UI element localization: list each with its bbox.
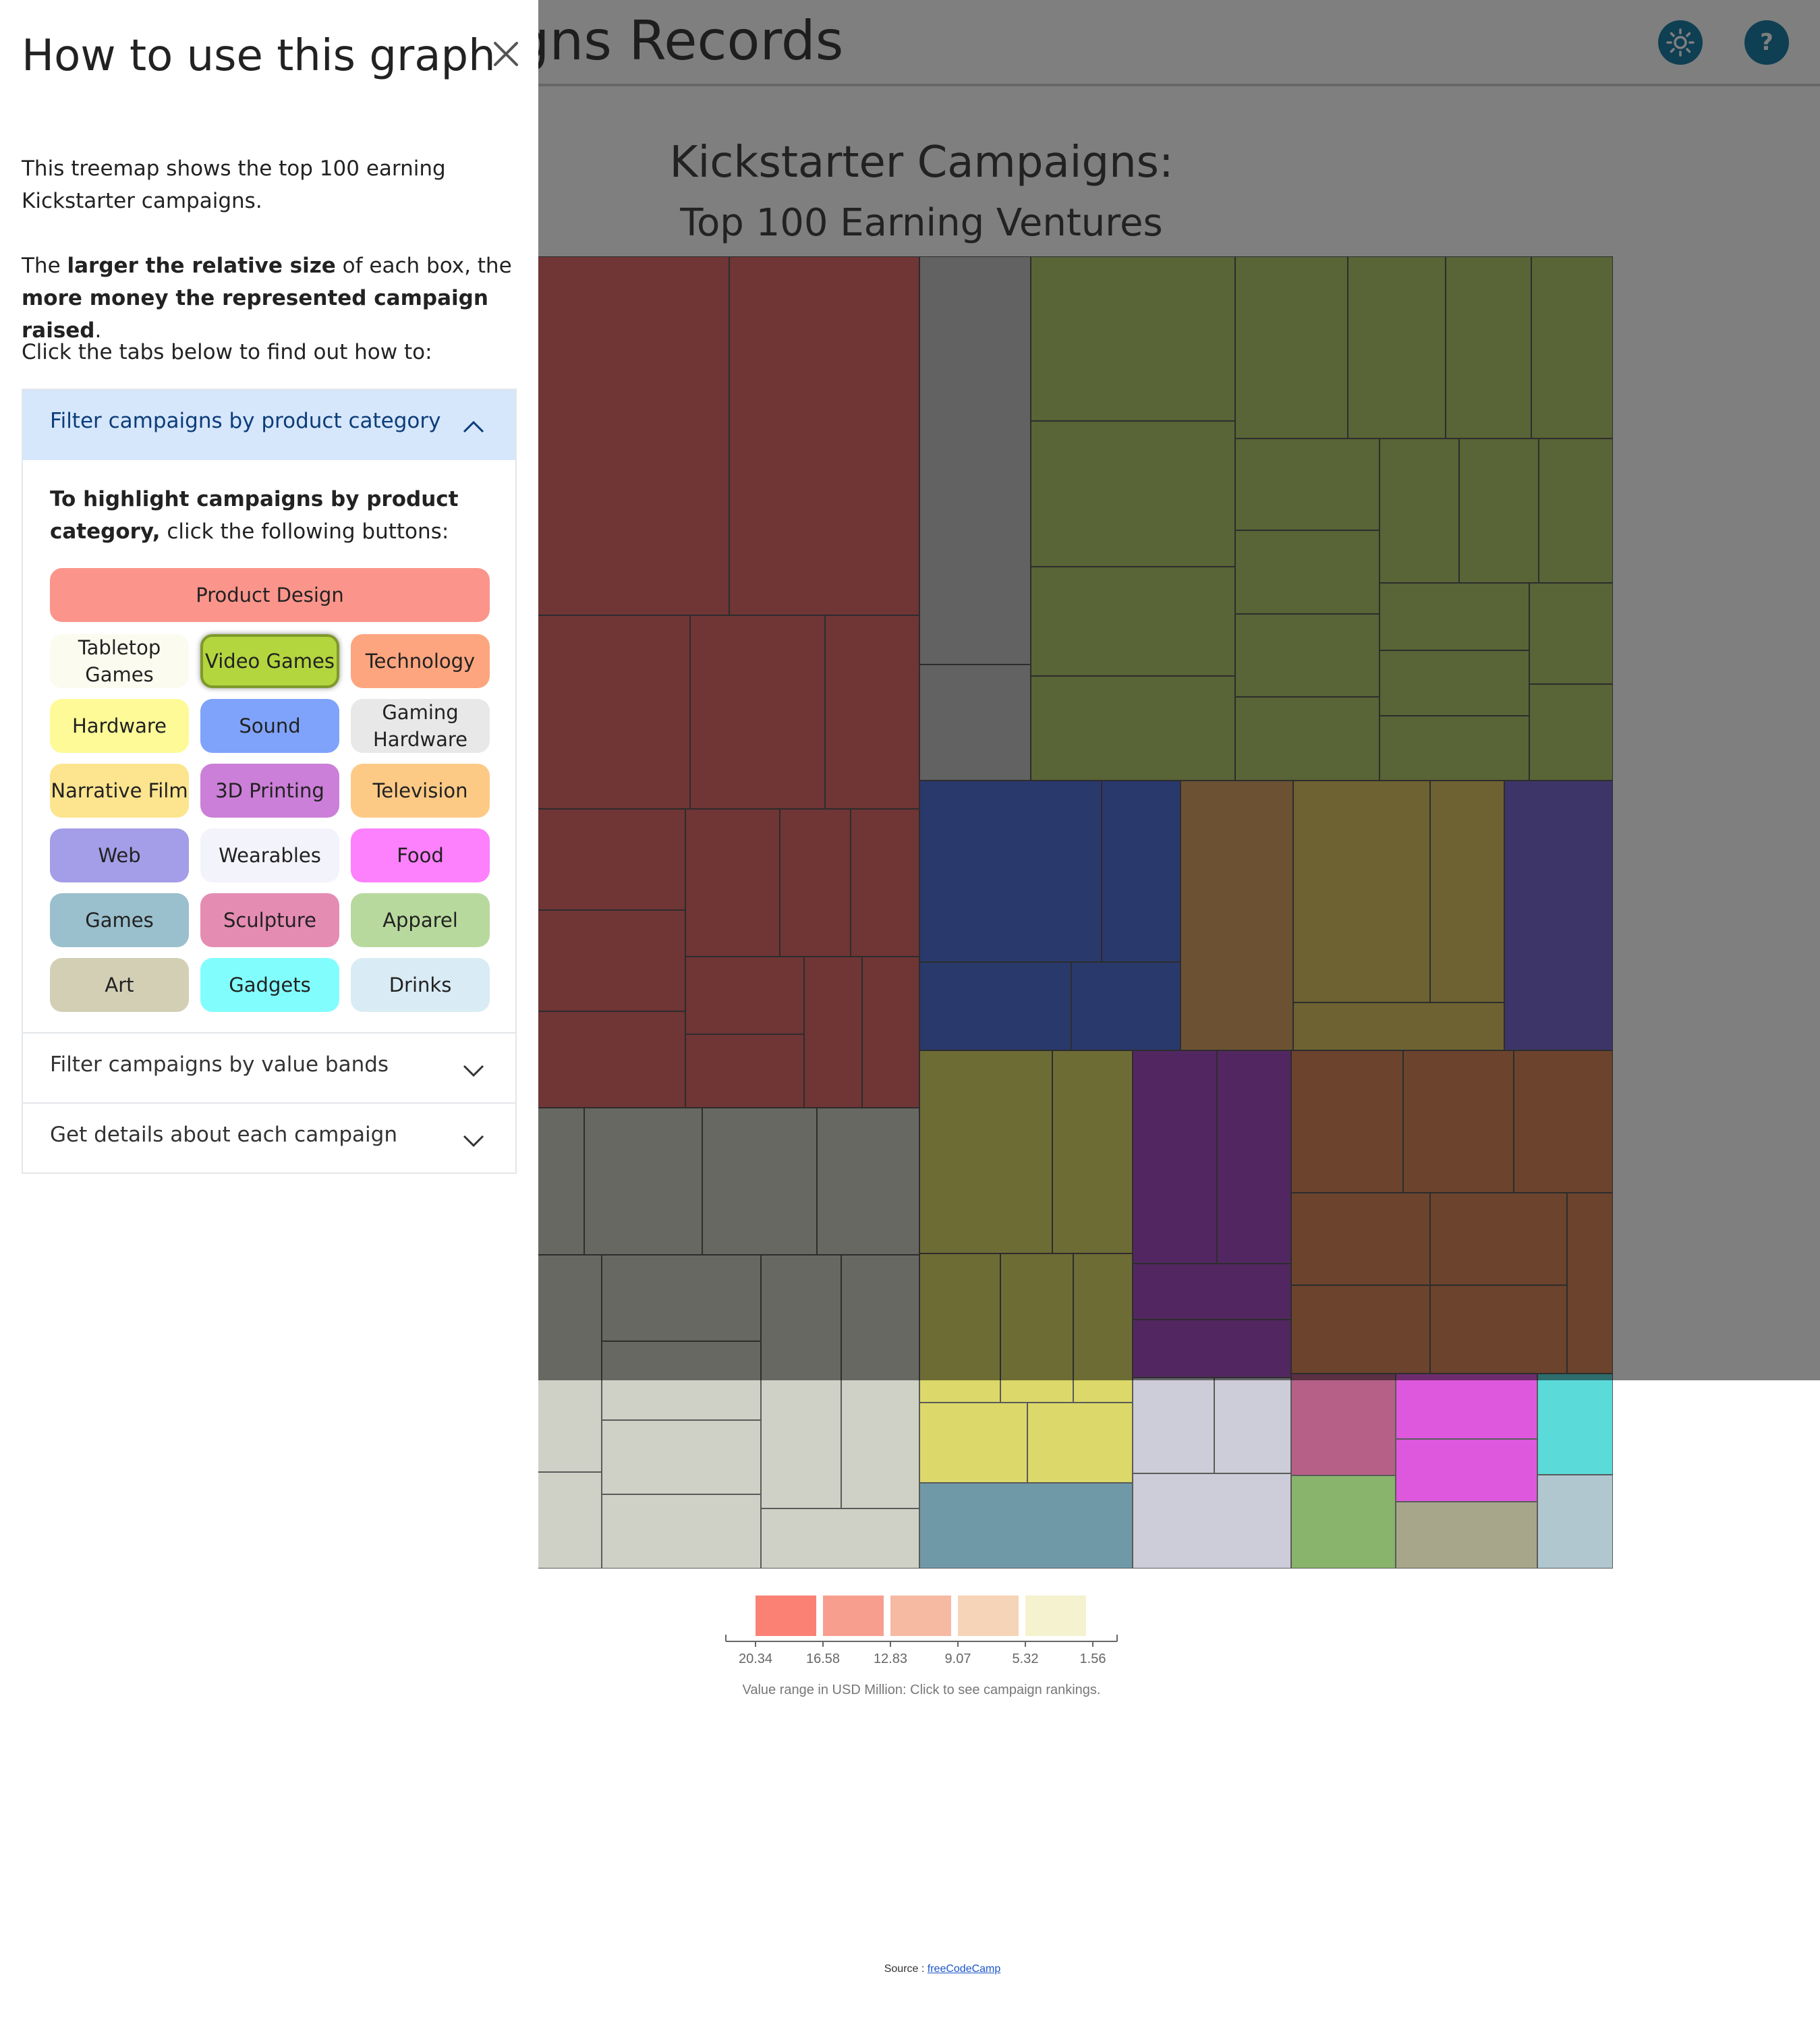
accordion-label: Filter campaigns by product category	[50, 409, 441, 433]
accordion-header-value-bands[interactable]: Filter campaigns by value bands	[22, 1032, 517, 1104]
source-link[interactable]: freeCodeCamp	[928, 1963, 1001, 1975]
legend-tick-marks	[755, 1641, 1093, 1647]
category-button-product-design[interactable]: Product Design	[50, 568, 490, 622]
value-legend[interactable]: 20.34 16.58 12.83 9.07 5.32 1.56	[715, 1582, 1133, 1676]
close-icon[interactable]	[487, 35, 525, 73]
treemap-tile[interactable]	[1537, 1373, 1613, 1475]
category-button-video-games[interactable]: Video Games	[200, 634, 339, 688]
treemap-tile[interactable]	[760, 1508, 920, 1569]
legend-tick-label: 1.56	[1080, 1652, 1106, 1666]
panel-title: How to use this graph	[22, 31, 496, 81]
category-button-narrative-film[interactable]: Narrative Film	[50, 764, 189, 818]
treemap-tile[interactable]	[1395, 1501, 1538, 1569]
legend-swatch[interactable]	[823, 1596, 884, 1636]
category-button-drinks[interactable]: Drinks	[351, 958, 490, 1012]
accordion-header-category-filter[interactable]: Filter campaigns by product category	[23, 390, 515, 460]
accordion-label: Filter campaigns by value bands	[50, 1052, 389, 1077]
legend-tick-label: 20.34	[739, 1652, 772, 1666]
treemap-tile[interactable]	[1132, 1377, 1215, 1474]
chevron-down-icon	[463, 1065, 484, 1077]
accordion-header-campaign-details[interactable]: Get details about each campaign	[22, 1102, 517, 1174]
legend-swatch[interactable]	[1025, 1596, 1086, 1636]
category-button-3d-printing[interactable]: 3D Printing	[200, 764, 339, 818]
treemap-tile[interactable]	[601, 1494, 762, 1569]
treemap-tile[interactable]	[1027, 1402, 1133, 1484]
size-explanation: The larger the relative size of each box…	[22, 254, 512, 343]
category-button-gadgets[interactable]: Gadgets	[200, 958, 339, 1012]
treemap-tile[interactable]	[1290, 1475, 1396, 1569]
category-button-technology[interactable]: Technology	[351, 634, 490, 688]
legend-swatch[interactable]	[756, 1596, 816, 1636]
category-button-hardware[interactable]: Hardware	[50, 699, 189, 753]
category-button-television[interactable]: Television	[351, 764, 490, 818]
category-filter-instructions: To highlight campaigns by product catego…	[50, 487, 459, 544]
category-button-sculpture[interactable]: Sculpture	[200, 893, 339, 947]
treemap-tile[interactable]	[919, 1402, 1028, 1484]
treemap-tile[interactable]	[1537, 1474, 1613, 1569]
intro-text: This treemap shows the top 100 earning K…	[22, 157, 446, 213]
legend-tick-label: 9.07	[945, 1652, 971, 1666]
treemap-tile[interactable]	[601, 1419, 762, 1495]
chevron-down-icon	[463, 1135, 484, 1148]
category-button-web[interactable]: Web	[50, 828, 189, 882]
category-button-food[interactable]: Food	[351, 828, 490, 882]
help-panel: How to use this graph This treemap shows…	[0, 0, 538, 2032]
legend-swatch[interactable]	[890, 1596, 951, 1636]
category-button-sound[interactable]: Sound	[200, 699, 339, 753]
category-button-tabletop-games[interactable]: Tabletop Games	[50, 634, 189, 688]
treemap-tile[interactable]	[1395, 1373, 1538, 1440]
accordion-label: Get details about each campaign	[50, 1123, 397, 1147]
category-button-wearables[interactable]: Wearables	[200, 828, 339, 882]
legend-tick-label: 5.32	[1013, 1652, 1039, 1666]
legend-swatch[interactable]	[958, 1596, 1019, 1636]
source-prefix: Source :	[884, 1963, 928, 1975]
accordion-category-filter: Filter campaigns by product category To …	[22, 389, 517, 1034]
treemap-tile[interactable]	[1132, 1473, 1292, 1569]
tabs-intro: Click the tabs below to find out how to:	[22, 340, 432, 364]
treemap-tile[interactable]	[1395, 1438, 1538, 1502]
category-button-apparel[interactable]: Apparel	[351, 893, 490, 947]
legend-tick-label: 16.58	[806, 1652, 840, 1666]
treemap-tile[interactable]	[919, 1482, 1133, 1569]
chevron-up-icon	[463, 420, 484, 433]
category-button-art[interactable]: Art	[50, 958, 189, 1012]
category-button-gaming-hardware[interactable]: Gaming Hardware	[351, 699, 490, 753]
category-button-games[interactable]: Games	[50, 893, 189, 947]
treemap-tile[interactable]	[1290, 1373, 1396, 1476]
legend-tick-label: 12.83	[874, 1652, 907, 1666]
treemap-tile[interactable]	[1214, 1377, 1292, 1474]
